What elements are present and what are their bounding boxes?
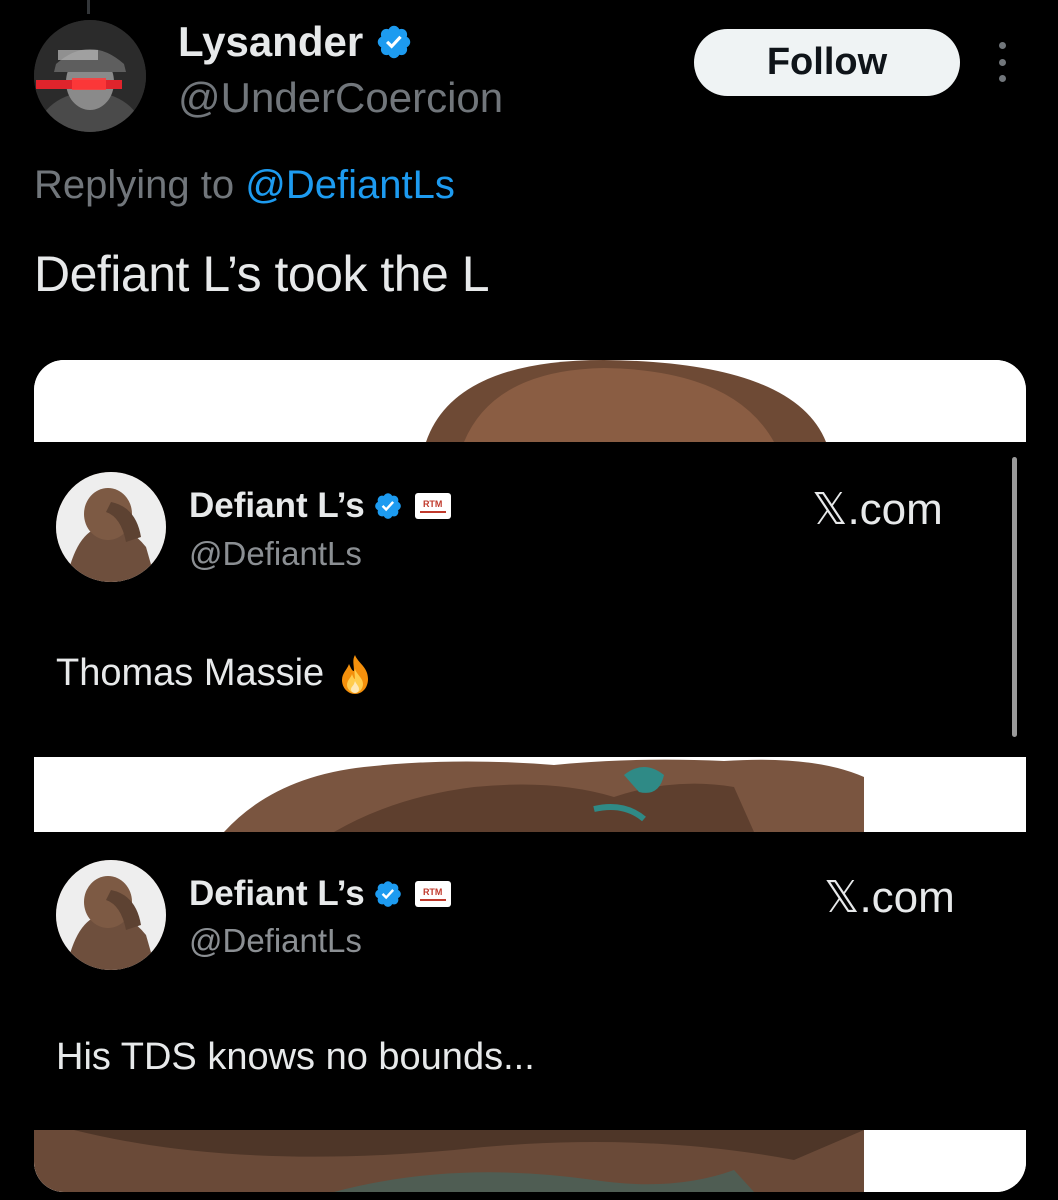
replying-to: Replying to @DefiantLs	[34, 163, 455, 208]
affiliate-badge-icon: RTM	[414, 881, 451, 907]
embed-handle: @DefiantLs	[189, 922, 362, 959]
embed-display-name: Defiant L’s	[189, 486, 365, 525]
follow-button[interactable]: Follow	[694, 29, 960, 96]
embed-text: Thomas Massie	[56, 652, 325, 694]
image-strip-bottom	[34, 1130, 1026, 1192]
verified-badge-icon	[377, 25, 411, 59]
replying-prefix: Replying to	[34, 163, 246, 207]
scroll-indicator	[1012, 457, 1017, 737]
embedded-post-1[interactable]: Defiant L’s RTM @DefiantLs 𝕏.com Thomas …	[34, 442, 1026, 757]
thread-connector-line	[87, 0, 90, 14]
embed-name-row: Defiant L’s RTM	[189, 486, 451, 526]
more-dot	[998, 75, 1006, 82]
verified-badge-icon	[374, 881, 401, 907]
embed-site-label: 𝕏.com	[824, 873, 955, 922]
more-dot	[998, 58, 1006, 66]
fire-icon	[342, 654, 369, 694]
embed-text: His TDS knows no bounds...	[56, 1036, 535, 1078]
author-display-name[interactable]: Lysander	[178, 18, 363, 66]
affiliate-badge-label: RTM	[422, 887, 443, 897]
embed-avatar	[56, 860, 166, 970]
more-options-icon[interactable]	[990, 42, 1014, 82]
author-avatar[interactable]	[34, 20, 146, 132]
verified-badge-icon	[374, 493, 401, 519]
tweet-media-image[interactable]: Defiant L’s RTM @DefiantLs 𝕏.com Thomas …	[34, 360, 1026, 1192]
more-dot	[998, 42, 1006, 49]
embed-site-label: 𝕏.com	[812, 485, 943, 534]
embedded-post-2[interactable]: Defiant L’s RTM @DefiantLs 𝕏.com His TDS…	[34, 832, 1026, 1130]
embed-avatar	[56, 472, 166, 582]
affiliate-badge-label: RTM	[422, 499, 443, 509]
author-handle[interactable]: @UnderCoercion	[178, 74, 503, 122]
embed-text-row: Thomas Massie	[56, 652, 372, 695]
embed-handle: @DefiantLs	[189, 535, 362, 572]
image-strip-middle	[34, 757, 1026, 832]
tweet-text: Defiant L’s took the L	[34, 246, 490, 302]
embed-text-row: His TDS knows no bounds...	[56, 1036, 535, 1079]
affiliate-badge-icon: RTM	[414, 493, 451, 519]
image-strip-top	[34, 360, 1026, 442]
embed-display-name: Defiant L’s	[189, 874, 365, 913]
replying-mention-link[interactable]: @DefiantLs	[245, 163, 455, 207]
author-name-row[interactable]: Lysander	[178, 18, 413, 66]
embed-name-row: Defiant L’s RTM	[189, 874, 451, 914]
